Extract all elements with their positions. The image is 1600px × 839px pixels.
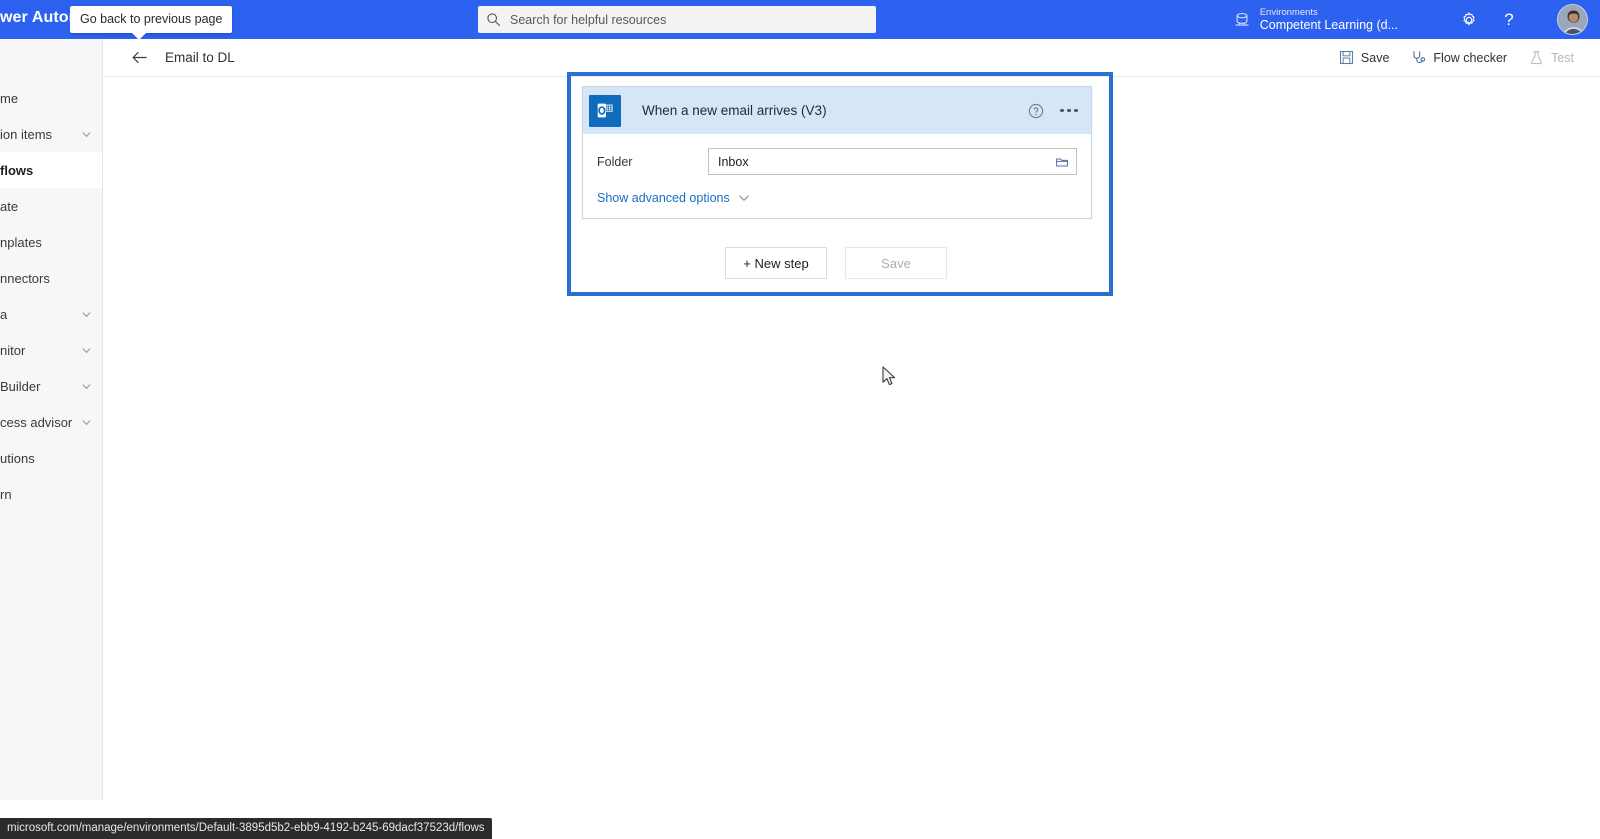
test-button[interactable]: Test [1519,43,1584,73]
folder-field-row: Folder Inbox [597,147,1077,176]
stethoscope-icon [1413,51,1426,64]
flask-icon [1531,51,1542,65]
sidebar-item-home[interactable]: me [0,80,102,116]
sidebar-item-label: nnectors [0,270,50,286]
ellipsis-icon[interactable] [1058,105,1080,117]
new-step-button[interactable]: + New step [725,247,827,279]
sidebar-item-label: me [0,90,19,106]
status-bar-url: microsoft.com/manage/environments/Defaul… [0,818,492,839]
trigger-card[interactable]: When a new email arrives (V3) Folder Inb… [582,86,1092,219]
user-avatar[interactable] [1557,4,1588,35]
back-button[interactable] [119,39,159,77]
designer-footer-buttons: + New step Save [725,247,947,279]
flow-checker-button[interactable]: Flow checker [1401,43,1517,73]
suite-header-bar: wer Automa Search for helpful resources … [0,0,1600,39]
environment-label: Environments [1259,6,1318,18]
sidebar-item-label: rn [0,486,12,502]
sidebar-item-label: ate [0,198,19,214]
flow-designer-canvas: When a new email arrives (V3) Folder Inb… [104,72,1600,800]
chevron-down-icon [82,311,91,317]
mouse-cursor [882,366,896,386]
left-navigation: me ion items flows ate nplates nnectors … [0,39,103,800]
avatar-image [1558,5,1587,34]
trigger-card-actions [1028,87,1080,134]
sidebar-item-label: Builder [0,378,41,394]
save-floppy-icon [1339,50,1353,65]
help-button[interactable]: ? [1490,0,1528,39]
show-advanced-options-label: Show advanced options [597,191,730,205]
sidebar-item-learn[interactable]: rn [0,476,102,512]
sidebar-item-label: utions [0,450,35,466]
test-button-label: Test [1551,50,1574,65]
folder-picker-icon[interactable] [1055,155,1069,169]
page-title: Email to DL [165,50,235,65]
settings-button[interactable] [1450,0,1488,39]
sidebar-item-label: cess advisor [0,414,73,430]
sidebar-item-my-flows[interactable]: flows [0,152,102,188]
chevron-down-icon [82,131,91,137]
sidebar-item-label: ion items [0,126,53,142]
folder-input-value: Inbox [718,154,749,169]
help-question-icon: ? [1504,9,1514,29]
flow-checker-label: Flow checker [1433,50,1508,65]
chevron-down-icon [82,383,91,389]
save-button[interactable]: Save [1329,43,1400,73]
sidebar-item-label: a [0,306,8,322]
sidebar-item-label: flows [0,162,34,178]
designer-save-button[interactable]: Save [845,247,947,279]
sidebar-item-monitor[interactable]: nitor [0,332,102,368]
environment-database-icon [1235,12,1249,26]
command-bar-actions: Save Flow checker Test [1329,43,1600,73]
environment-selector[interactable]: Environments Competent Learning (d... [1233,0,1398,39]
sidebar-item-solutions[interactable]: utions [0,440,102,476]
chevron-down-icon [738,195,749,202]
trigger-card-title: When a new email arrives (V3) [642,103,827,118]
environment-name: Competent Learning (d... [1259,17,1398,32]
global-search-placeholder: Search for helpful resources [510,12,667,27]
folder-field-label: Folder [597,154,633,169]
save-button-label: Save [1360,50,1390,65]
sidebar-item-data[interactable]: a [0,296,102,332]
sidebar-item-templates[interactable]: nplates [0,224,102,260]
show-advanced-options-toggle[interactable]: Show advanced options [597,191,750,205]
circle-question-icon[interactable] [1028,103,1044,119]
search-icon [487,13,501,27]
back-arrow-icon [132,51,147,64]
power-automate-flow-designer: wer Automa Search for helpful resources … [0,0,1600,839]
global-search-input[interactable]: Search for helpful resources [478,6,876,33]
sidebar-item-action-items[interactable]: ion items [0,116,102,152]
chevron-down-icon [82,347,91,353]
sidebar-item-connectors[interactable]: nnectors [0,260,102,296]
outlook-365-icon [589,94,621,127]
trigger-card-header[interactable]: When a new email arrives (V3) [583,87,1091,134]
chevron-down-icon [82,419,91,425]
folder-input[interactable]: Inbox [708,148,1077,175]
sidebar-item-create[interactable]: ate [0,188,102,224]
gear-icon [1463,11,1475,25]
sidebar-item-label: nitor [0,342,26,358]
back-button-tooltip: Go back to previous page [70,6,233,33]
sidebar-item-process-advisor[interactable]: cess advisor [0,404,102,440]
sidebar-item-ai-builder[interactable]: Builder [0,368,102,404]
sidebar-item-label: nplates [0,234,42,250]
trigger-card-body: Folder Inbox Show advanced options [583,134,1091,207]
